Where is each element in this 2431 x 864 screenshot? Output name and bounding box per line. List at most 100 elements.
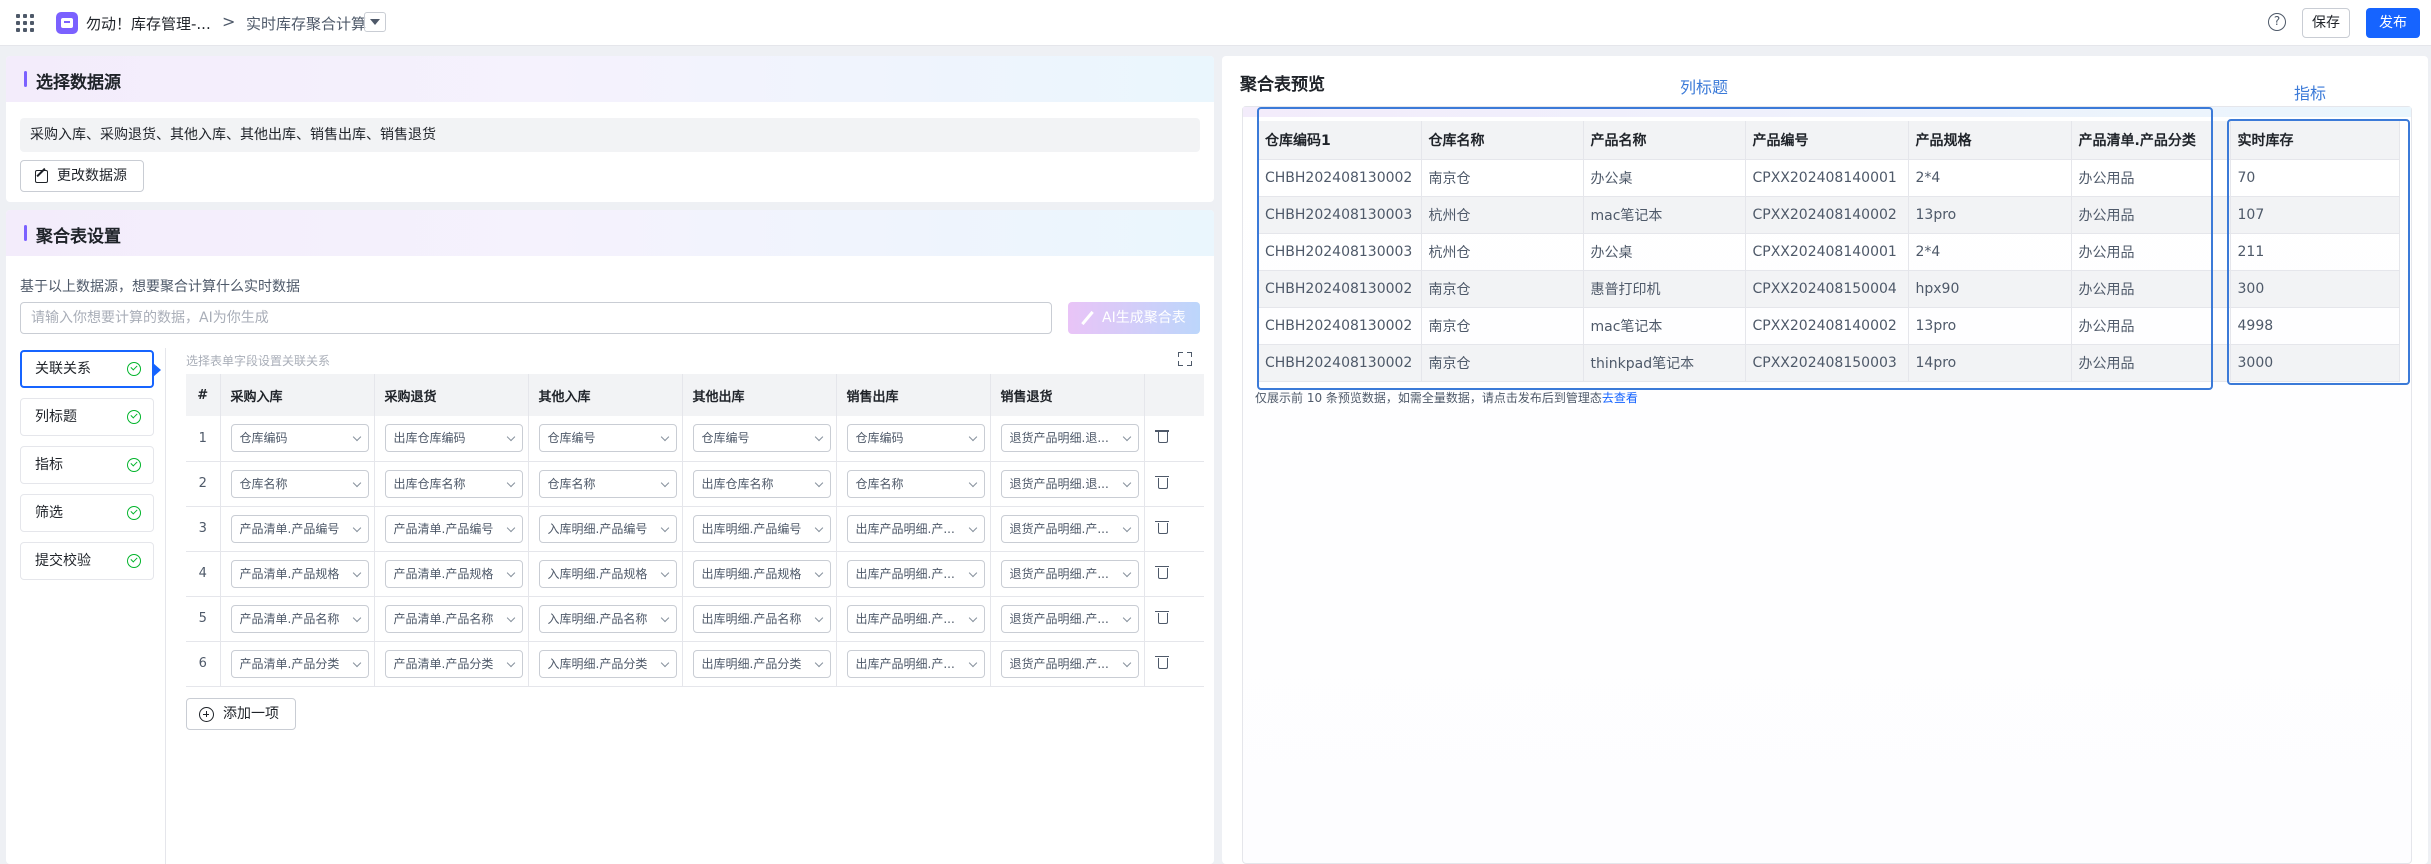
relation-cell: 产品清单.产品名称 — [374, 596, 529, 642]
row-index: 5 — [186, 596, 221, 642]
check-circle-icon — [127, 506, 141, 520]
field-select[interactable]: 退货产品明细.产... — [1000, 514, 1139, 543]
field-select[interactable]: 产品清单.产品规格 — [384, 559, 523, 588]
step-filter[interactable]: 筛选 — [20, 494, 154, 532]
datasource-header: 选择数据源 — [6, 56, 1214, 102]
relation-cell: 产品清单.产品名称 — [220, 596, 375, 642]
relation-cell: 退货产品明细.产... — [990, 596, 1145, 642]
column-header: 销售退货 — [990, 374, 1145, 416]
step-relation[interactable]: 关联关系 — [20, 350, 161, 388]
field-select[interactable]: 产品清单.产品分类 — [384, 649, 523, 678]
change-datasource-button[interactable]: 更改数据源 — [20, 160, 144, 192]
save-button[interactable]: 保存 — [2302, 8, 2350, 38]
field-select[interactable]: 入库明细.产品分类 — [538, 649, 677, 678]
fullscreen-icon[interactable] — [1178, 352, 1192, 366]
ai-generate-button[interactable]: AI生成聚合表 — [1068, 302, 1200, 334]
field-select[interactable]: 出库产品明细.产... — [846, 649, 985, 678]
relation-cell: 仓库名称 — [528, 461, 683, 507]
view-all-link[interactable]: 去查看 — [1602, 391, 1638, 405]
trash-icon[interactable] — [1154, 655, 1169, 669]
field-select[interactable]: 入库明细.产品名称 — [538, 604, 677, 633]
relation-cell: 出库仓库名称 — [374, 461, 529, 507]
field-select[interactable]: 产品清单.产品编号 — [384, 514, 523, 543]
field-select[interactable]: 入库明细.产品规格 — [538, 559, 677, 588]
field-select[interactable]: 退货产品明细.退... — [1000, 424, 1139, 453]
plus-circle-icon — [199, 707, 214, 722]
trash-icon[interactable] — [1154, 610, 1169, 624]
prompt-input[interactable]: 请输入你想要计算的数据，AI为你生成 — [20, 302, 1052, 334]
step-label: 关联关系 — [35, 361, 91, 377]
field-select[interactable]: 产品清单.产品名称 — [230, 604, 369, 633]
row-actions — [1144, 551, 1204, 597]
relation-cell: 产品清单.产品编号 — [220, 506, 375, 552]
step-column-titles[interactable]: 列标题 — [20, 398, 154, 436]
row-index: 4 — [186, 551, 221, 597]
relation-row: 3 产品清单.产品编号 产品清单.产品编号 入库明细.产品编号 出库明细.产品编号 出库产… — [186, 506, 1204, 552]
publish-button[interactable]: 发布 — [2366, 8, 2420, 38]
field-select[interactable]: 出库仓库名称 — [384, 469, 523, 498]
page-dropdown-icon[interactable] — [364, 12, 386, 32]
field-select[interactable]: 仓库编码 — [230, 424, 369, 453]
trash-icon[interactable] — [1154, 475, 1169, 489]
step-label: 指标 — [35, 457, 63, 473]
field-select[interactable]: 退货产品明细.退... — [1000, 469, 1139, 498]
step-label: 筛选 — [35, 505, 63, 521]
field-select[interactable]: 仓库名称 — [846, 469, 985, 498]
metric-highlight-box — [2227, 119, 2410, 385]
row-actions — [1144, 506, 1204, 552]
datasource-value: 采购入库、采购退货、其他入库、其他出库、销售出库、销售退货 — [20, 118, 1200, 152]
field-select[interactable]: 产品清单.产品分类 — [230, 649, 369, 678]
relation-row: 5 产品清单.产品名称 产品清单.产品名称 入库明细.产品名称 出库明细.产品名称 出库产… — [186, 596, 1204, 642]
field-select[interactable]: 仓库编号 — [692, 424, 831, 453]
preview-title: 聚合表预览 — [1240, 75, 1325, 95]
field-select[interactable]: 出库明细.产品规格 — [692, 559, 831, 588]
row-actions — [1144, 641, 1204, 687]
step-validation[interactable]: 提交校验 — [20, 542, 154, 580]
help-icon[interactable]: ? — [2268, 13, 2286, 31]
field-select[interactable]: 出库仓库编码 — [384, 424, 523, 453]
relation-cell: 产品清单.产品规格 — [374, 551, 529, 597]
field-select[interactable]: 出库产品明细.产... — [846, 559, 985, 588]
field-select[interactable]: 出库明细.产品编号 — [692, 514, 831, 543]
field-select[interactable]: 入库明细.产品编号 — [538, 514, 677, 543]
field-select[interactable]: 出库产品明细.产... — [846, 604, 985, 633]
divider — [165, 348, 166, 864]
field-select[interactable]: 出库明细.产品分类 — [692, 649, 831, 678]
field-select[interactable]: 仓库名称 — [230, 469, 369, 498]
relation-cell: 出库明细.产品名称 — [682, 596, 837, 642]
relation-cell: 仓库编号 — [682, 416, 837, 462]
relation-cell: 退货产品明细.产... — [990, 551, 1145, 597]
field-select[interactable]: 产品清单.产品规格 — [230, 559, 369, 588]
apps-grid-icon[interactable] — [16, 14, 34, 32]
aggregation-card: 聚合表设置 基于以上数据源，想要聚合计算什么实时数据 请输入你想要计算的数据，A… — [6, 210, 1214, 864]
add-item-button[interactable]: 添加一项 — [186, 698, 296, 730]
trash-icon[interactable] — [1154, 520, 1169, 534]
field-select[interactable]: 仓库编码 — [846, 424, 985, 453]
step-label: 提交校验 — [35, 553, 91, 569]
field-select[interactable]: 仓库名称 — [538, 469, 677, 498]
field-select[interactable]: 产品清单.产品编号 — [230, 514, 369, 543]
trash-icon[interactable] — [1154, 429, 1169, 444]
field-select[interactable]: 出库明细.产品名称 — [692, 604, 831, 633]
field-select[interactable]: 产品清单.产品名称 — [384, 604, 523, 633]
field-select[interactable]: 退货产品明细.产... — [1000, 649, 1139, 678]
relation-cell: 产品清单.产品分类 — [374, 641, 529, 687]
trash-icon[interactable] — [1154, 565, 1169, 579]
field-select[interactable]: 仓库编号 — [538, 424, 677, 453]
relation-cell: 退货产品明细.退... — [990, 461, 1145, 507]
field-select[interactable]: 出库仓库名称 — [692, 469, 831, 498]
step-metrics[interactable]: 指标 — [20, 446, 154, 484]
field-select[interactable]: 出库产品明细.产... — [846, 514, 985, 543]
field-select[interactable]: 退货产品明细.产... — [1000, 604, 1139, 633]
relation-cell: 出库产品明细.产... — [836, 596, 991, 642]
relation-cell: 产品清单.产品分类 — [220, 641, 375, 687]
field-select[interactable]: 退货产品明细.产... — [1000, 559, 1139, 588]
row-index: 1 — [186, 416, 221, 462]
aggregation-title: 聚合表设置 — [36, 227, 121, 247]
relation-cell: 出库明细.产品分类 — [682, 641, 837, 687]
app-name[interactable]: 勿动！库存管理-... — [86, 13, 211, 34]
top-bar: 勿动！库存管理-... > 实时库存聚合计算 ? 保存 发布 — [0, 0, 2431, 46]
relation-row: 1 仓库编码 出库仓库编码 仓库编号 仓库编号 仓库编码 退货产品明细.退... — [186, 416, 1204, 462]
step-list: 关联关系 列标题 指标 筛选 提交校验 — [20, 350, 170, 590]
column-header: # — [186, 374, 221, 416]
